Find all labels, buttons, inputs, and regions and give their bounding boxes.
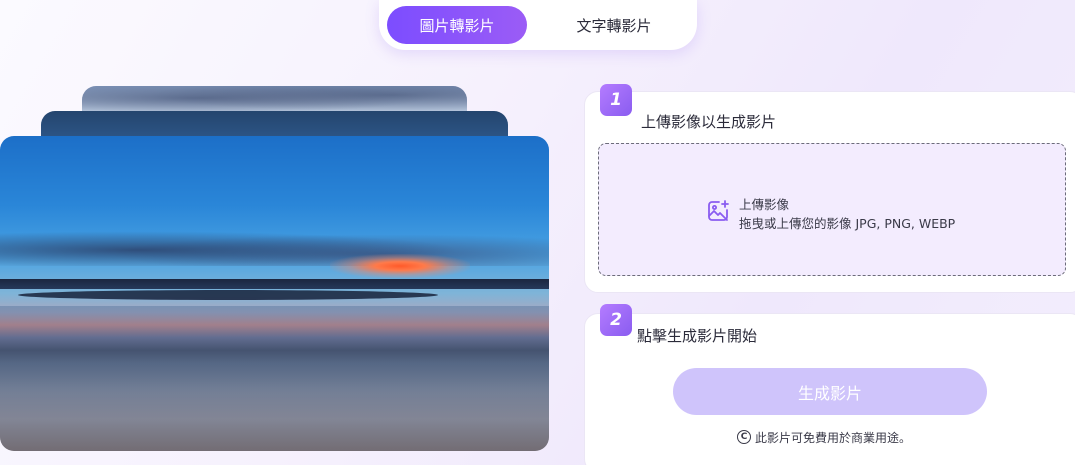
step-1-title: 上傳影像以生成影片 [641,113,777,131]
sunset-horizon [0,279,549,289]
sunset-sun [330,254,470,278]
upload-format-hint: 拖曳或上傳您的影像 JPG, PNG, WEBP [739,216,956,231]
sample-image-sunset [0,136,549,451]
step-2-badge: 2 [600,304,632,336]
tab-image-to-video[interactable]: 圖片轉影片 [387,6,527,44]
generate-video-button[interactable]: 生成影片 [673,368,987,415]
tab-text-to-video[interactable]: 文字轉影片 [539,6,689,44]
mode-tab-switcher: 圖片轉影片 文字轉影片 [379,0,697,50]
step-1-badge: 1 [600,84,632,116]
sunset-sandbar [18,290,438,300]
sunset-water [0,306,549,451]
copyright-icon: C [737,430,751,444]
upload-title: 上傳影像 [739,197,790,212]
commercial-use-text: 此影片可免費用於商業用途。 [755,430,912,445]
commercial-use-note: C 此影片可免費用於商業用途。 [737,429,911,445]
image-upload-dropzone[interactable] [598,143,1066,276]
image-add-icon [708,200,729,221]
step-2-title: 點擊生成影片開始 [637,327,758,345]
